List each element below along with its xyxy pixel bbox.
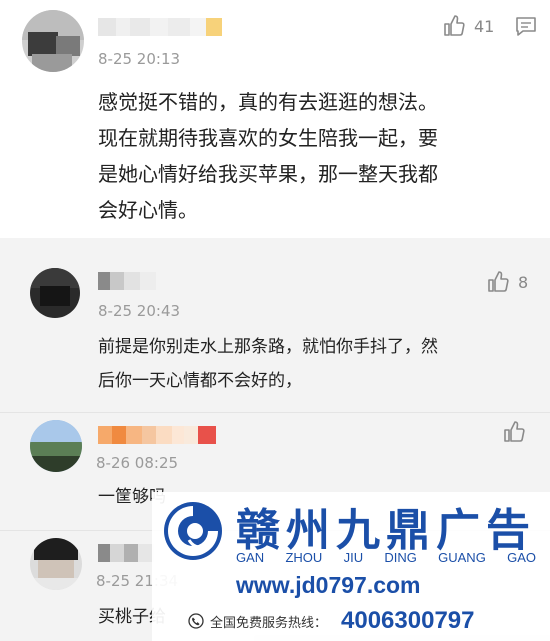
ad-phone-row: 全国免费服务热线： 4006300797 (188, 607, 475, 635)
like-count: 8 (518, 272, 529, 292)
like-count: 41 (474, 16, 495, 36)
avatar[interactable] (30, 268, 80, 318)
thumbs-up-icon (488, 271, 509, 292)
username-blurred[interactable] (98, 544, 154, 562)
comment-text: 感觉挺不错的，真的有去逛逛的想法。 现在就期待我喜欢的女生陪我一起，要 是她心情… (98, 90, 438, 222)
logo-icon (164, 502, 222, 560)
thumbs-up-icon (444, 15, 465, 36)
phone-icon (188, 613, 204, 629)
reply-time: 8-25 20:43 (98, 302, 181, 320)
ad-url: www.jd0797.com (236, 572, 421, 598)
main-comment: 8-25 20:13 感觉挺不错的，真的有去逛逛的想法。 现在就期待我喜欢的女生… (0, 0, 550, 238)
username-blurred[interactable] (98, 426, 216, 444)
like-button[interactable]: 8 (486, 270, 528, 294)
username-blurred[interactable] (98, 18, 222, 36)
ad-phone-number: 4006300797 (341, 607, 475, 634)
username-blurred[interactable] (98, 272, 156, 290)
avatar[interactable] (30, 538, 82, 590)
avatar[interactable] (22, 10, 84, 72)
like-button[interactable] (502, 420, 526, 444)
divider (0, 412, 550, 413)
reply-text: 前提是你别走水上那条路，就怕你手抖了，然 后你一天心情都不会好的， (98, 337, 438, 391)
ad-title: 赣州九鼎广告 (236, 505, 536, 556)
like-button[interactable]: 41 (442, 14, 494, 38)
ad-pinyin: GAN ZHOU JIU DING GUANG GAO (236, 550, 536, 565)
comment-time: 8-25 20:13 (98, 50, 181, 68)
reply-time: 8-26 08:25 (96, 454, 179, 472)
avatar[interactable] (30, 420, 82, 472)
ad-hotline-label: 全国免费服务热线： (210, 615, 328, 631)
advertisement-watermark: 赣州九鼎广告 GAN ZHOU JIU DING GUANG GAO www.j… (152, 492, 550, 641)
comment-bubble-icon[interactable] (514, 16, 538, 38)
thumbs-up-icon (504, 421, 525, 442)
